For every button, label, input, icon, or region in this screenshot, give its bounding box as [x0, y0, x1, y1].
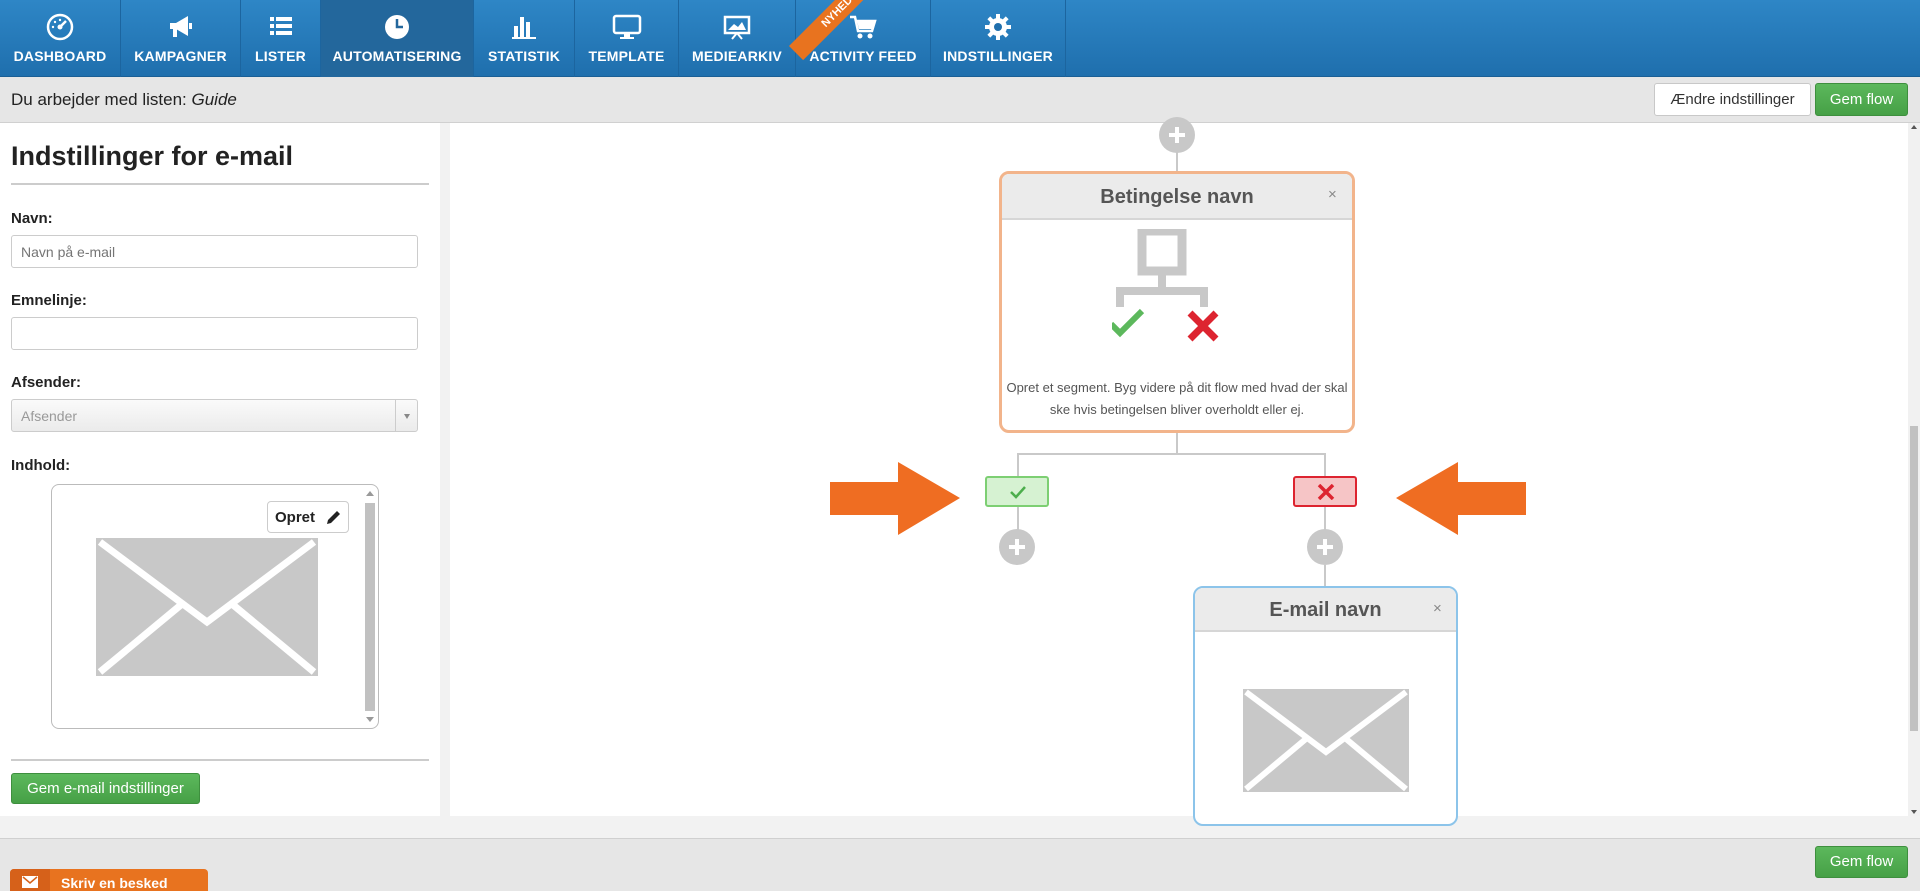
branch-no[interactable] — [1293, 476, 1357, 507]
nav-item-lister[interactable]: LISTER — [241, 0, 321, 77]
nav-label: DASHBOARD — [13, 48, 107, 64]
top-navigation: DASHBOARD KAMPAGNER LISTER AUTOMATISERIN… — [0, 0, 1920, 77]
content-scrollbar[interactable] — [364, 491, 376, 722]
scrollbar-thumb[interactable] — [365, 503, 375, 711]
add-step-yes-button[interactable] — [999, 529, 1035, 565]
connector-line — [1017, 453, 1326, 455]
branch-yes[interactable] — [985, 476, 1049, 507]
cart-icon — [850, 15, 877, 39]
bottom-bar: Gem flow — [0, 838, 1920, 891]
segment-tree-icon — [1112, 229, 1219, 342]
create-content-label: Opret — [275, 509, 316, 526]
condition-node[interactable]: Betingelse navn × Opret et segment. Byg … — [999, 171, 1355, 433]
chat-widget-tab[interactable]: Skriv en besked — [10, 869, 208, 891]
sender-select-value: Afsender — [21, 408, 78, 424]
scroll-up-icon[interactable] — [366, 491, 374, 496]
chat-label: Skriv en besked — [61, 875, 168, 891]
image-screen-icon — [723, 15, 751, 40]
envelope-icon — [1243, 689, 1409, 792]
dashboard-icon — [46, 13, 74, 41]
add-step-button[interactable] — [1159, 117, 1195, 153]
working-list-prefix: Du arbejder med listen: — [11, 90, 192, 109]
condition-node-title: Betingelse navn — [1002, 174, 1352, 220]
add-step-no-button[interactable] — [1307, 529, 1343, 565]
connector-line — [1176, 151, 1178, 173]
connector-line — [1324, 507, 1326, 531]
scroll-up-icon[interactable] — [1911, 125, 1917, 129]
nav-item-statistik[interactable]: STATISTIK — [474, 0, 575, 77]
working-list-text: Du arbejder med listen: Guide — [11, 90, 237, 110]
sender-label: Afsender: — [11, 374, 82, 391]
name-label: Navn: — [11, 210, 53, 227]
nav-item-indstillinger[interactable]: INDSTILLINGER — [931, 0, 1066, 77]
nav-item-mediearkiv[interactable]: MEDIEARKIV — [679, 0, 796, 77]
canvas-scrollbar[interactable] — [1908, 123, 1920, 816]
save-flow-button-top[interactable]: Gem flow — [1815, 83, 1908, 116]
nav-label: TEMPLATE — [588, 48, 665, 64]
list-context-bar: Du arbejder med listen: Guide Ændre inds… — [0, 77, 1920, 123]
nav-label: INDSTILLINGER — [943, 48, 1053, 64]
nav-item-dashboard[interactable]: DASHBOARD — [0, 0, 121, 77]
nav-label: ACTIVITY FEED — [809, 48, 917, 64]
save-email-settings-button[interactable]: Gem e-mail indstillinger — [11, 773, 200, 804]
list-icon — [269, 17, 292, 35]
scroll-down-icon[interactable] — [366, 717, 374, 722]
condition-close-icon[interactable]: × — [1328, 186, 1337, 203]
pencil-icon — [327, 511, 340, 524]
nav-label: MEDIEARKIV — [692, 48, 782, 64]
nav-label: STATISTIK — [487, 48, 561, 64]
connector-line — [1176, 433, 1178, 453]
email-close-icon[interactable]: × — [1433, 600, 1442, 617]
panel-title: Indstillinger for e-mail — [11, 141, 294, 171]
megaphone-icon — [169, 16, 192, 37]
email-settings-panel: Indstillinger for e-mail Navn: Emnelinje… — [0, 123, 440, 816]
email-node[interactable]: E-mail navn × — [1193, 586, 1458, 826]
subject-input[interactable] — [11, 317, 418, 350]
nav-item-kampagner[interactable]: KAMPAGNER — [121, 0, 241, 77]
connector-line — [1324, 565, 1326, 588]
working-list-name: Guide — [191, 90, 237, 109]
change-settings-button[interactable]: Ændre indstillinger — [1654, 83, 1811, 116]
nav-label: KAMPAGNER — [134, 48, 227, 64]
clock-icon — [385, 15, 409, 39]
gear-icon — [985, 14, 1011, 40]
sender-select[interactable]: Afsender — [11, 399, 418, 432]
arrow-left-icon — [1396, 462, 1526, 535]
nav-item-template[interactable]: TEMPLATE — [575, 0, 679, 77]
envelope-icon — [96, 538, 318, 676]
email-content-preview: Opret — [51, 484, 379, 729]
nav-label: AUTOMATISERING — [332, 48, 462, 64]
canvas-scrollbar-thumb[interactable] — [1910, 426, 1918, 731]
bar-chart-icon — [512, 17, 536, 39]
chat-icon-box — [10, 869, 50, 891]
x-icon — [1317, 484, 1335, 500]
subject-label: Emnelinje: — [11, 292, 87, 309]
nav-item-automatisering[interactable]: AUTOMATISERING — [321, 0, 474, 77]
check-icon — [1010, 486, 1026, 499]
arrow-right-icon — [830, 462, 960, 535]
divider — [11, 759, 429, 761]
divider — [11, 183, 429, 185]
connector-line — [1017, 453, 1019, 478]
condition-description: Opret et segment. Byg videre på dit flow… — [1006, 380, 1348, 417]
email-name-input[interactable] — [11, 235, 418, 268]
save-flow-button-bottom[interactable]: Gem flow — [1815, 846, 1908, 878]
chevron-down-icon — [395, 400, 417, 431]
create-content-button[interactable]: Opret — [267, 501, 349, 533]
nav-label: LISTER — [255, 48, 306, 64]
scroll-down-icon[interactable] — [1911, 810, 1917, 814]
email-node-title: E-mail navn — [1195, 588, 1456, 632]
content-label: Indhold: — [11, 457, 71, 474]
monitor-icon — [612, 14, 641, 39]
connector-line — [1017, 507, 1019, 531]
mail-icon — [22, 876, 38, 888]
connector-line — [1324, 453, 1326, 478]
